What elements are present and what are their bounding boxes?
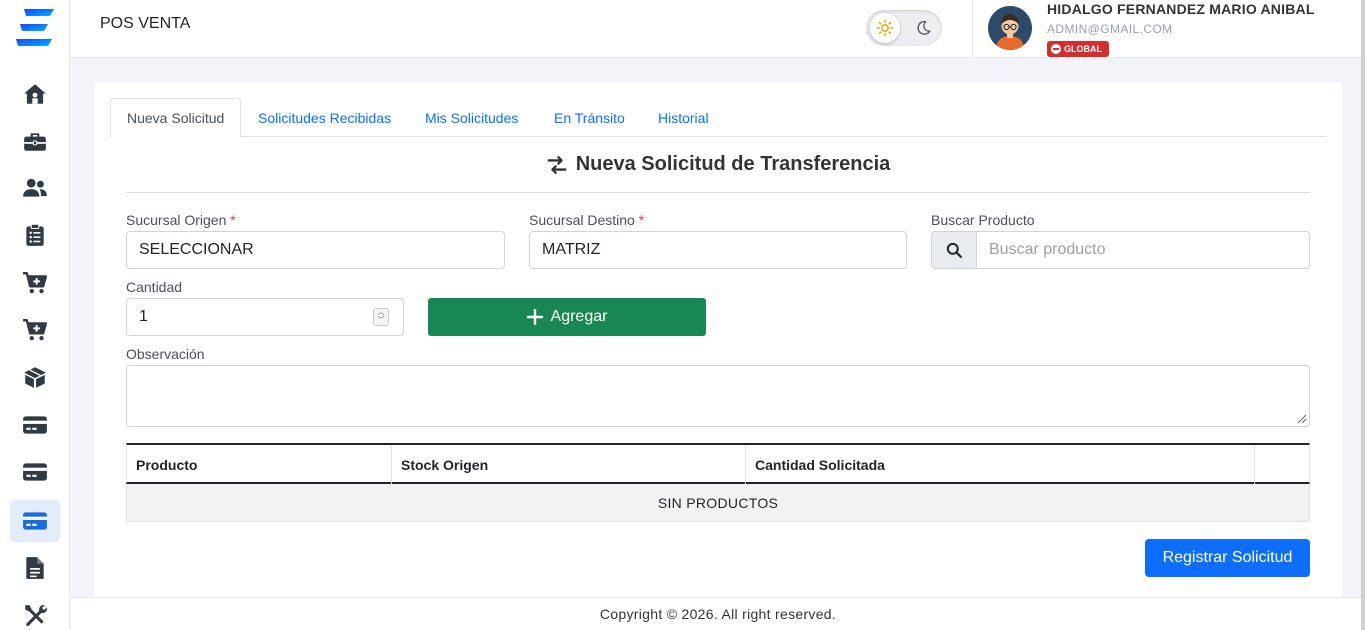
column-header-cantidad-solicitada: Cantidad Solicitada bbox=[746, 445, 1255, 484]
table-header: Producto Stock Origen Cantidad Solicitad… bbox=[126, 443, 1310, 484]
tabs: Nueva Solicitud Solicitudes Recibidas Mi… bbox=[110, 98, 1326, 138]
sucursal-destino-value: MATRIZ bbox=[542, 241, 601, 258]
tab-en-transito[interactable]: En Tránsito bbox=[538, 98, 641, 137]
buscar-label: Buscar Producto bbox=[931, 212, 1035, 228]
app-title: POS VENTA bbox=[100, 15, 191, 32]
role-badge-label: GLOBAL bbox=[1064, 44, 1102, 54]
sidebar-item-document[interactable] bbox=[10, 547, 60, 589]
user-avatar[interactable] bbox=[988, 6, 1032, 50]
top-header: POS VENTA HIDALGO FERNANDEZ MARIO ANIBAL… bbox=[71, 0, 1365, 58]
destino-label: Sucursal Destino * bbox=[529, 212, 645, 228]
observacion-textarea[interactable] bbox=[126, 365, 1310, 427]
cantidad-input[interactable]: 1 ︿ ﹀ bbox=[126, 298, 404, 336]
sidebar-item-users[interactable] bbox=[10, 167, 60, 209]
clipboard-list-icon bbox=[26, 223, 44, 246]
product-search-group: Buscar producto bbox=[931, 231, 1310, 269]
resize-handle-icon[interactable] bbox=[1295, 412, 1307, 424]
sucursal-destino-select[interactable]: MATRIZ bbox=[529, 231, 907, 269]
observacion-label: Observación bbox=[126, 346, 205, 362]
registrar-solicitud-button[interactable]: Registrar Solicitud bbox=[1145, 539, 1310, 577]
tab-solicitudes-recibidas[interactable]: Solicitudes Recibidas bbox=[242, 98, 407, 137]
credit-card-icon bbox=[23, 463, 47, 481]
sidebar-item-card-active[interactable] bbox=[10, 500, 60, 542]
sidebar-item-cart-add-2[interactable] bbox=[10, 309, 60, 351]
sidebar-item-card-2[interactable] bbox=[10, 451, 60, 493]
sidebar-item-card-1[interactable] bbox=[10, 404, 60, 446]
title-divider bbox=[126, 192, 1310, 193]
column-header-producto: Producto bbox=[127, 445, 392, 484]
column-header-stock-origen: Stock Origen bbox=[392, 445, 746, 484]
sidebar-item-briefcase[interactable] bbox=[10, 120, 60, 162]
sun-icon bbox=[876, 19, 894, 37]
dark-mode-button[interactable] bbox=[908, 13, 938, 43]
box-open-icon bbox=[24, 367, 46, 388]
app-logo[interactable] bbox=[14, 6, 56, 50]
cart-plus-icon bbox=[23, 272, 48, 294]
stepper-down-icon[interactable]: ﹀ bbox=[378, 317, 385, 325]
agregar-button[interactable]: Agregar bbox=[428, 298, 706, 336]
tab-mis-solicitudes[interactable]: Mis Solicitudes bbox=[409, 98, 534, 137]
sidebar-item-box[interactable] bbox=[10, 356, 60, 398]
stepper-up-icon[interactable]: ︿ bbox=[378, 309, 385, 317]
user-email: ADMIN@GMAIL.COM bbox=[1047, 22, 1173, 36]
sucursal-origen-value: SELECCIONAR bbox=[139, 241, 254, 258]
header-divider bbox=[972, 0, 973, 58]
tab-historial[interactable]: Historial bbox=[642, 98, 725, 137]
globe-icon bbox=[1051, 44, 1061, 54]
sidebar-item-home[interactable] bbox=[10, 73, 60, 115]
table-empty-row: SIN PRODUCTOS bbox=[126, 484, 1310, 522]
light-mode-button[interactable] bbox=[870, 13, 900, 43]
cantidad-stepper[interactable]: ︿ ﹀ bbox=[373, 308, 389, 326]
cantidad-value: 1 bbox=[139, 308, 148, 325]
products-table: Producto Stock Origen Cantidad Solicitad… bbox=[126, 443, 1310, 522]
cart-plus-icon bbox=[23, 319, 48, 341]
theme-toggle[interactable] bbox=[866, 10, 942, 46]
column-header-actions bbox=[1255, 445, 1309, 484]
footer: Copyright © 2026. All right reserved. bbox=[71, 597, 1365, 630]
sidebar-item-tools[interactable] bbox=[10, 594, 60, 630]
origen-label: Sucursal Origen * bbox=[126, 212, 236, 228]
moon-icon bbox=[917, 20, 931, 35]
credit-card-icon bbox=[23, 512, 47, 530]
role-badge: GLOBAL bbox=[1047, 41, 1109, 57]
cantidad-label: Cantidad bbox=[126, 279, 183, 295]
sidebar-item-cart-add[interactable] bbox=[10, 262, 60, 304]
exchange-icon bbox=[547, 155, 567, 174]
form-title-text: Nueva Solicitud de Transferencia bbox=[575, 153, 891, 175]
search-icon[interactable] bbox=[931, 231, 977, 269]
form-title: Nueva Solicitud de Transferencia bbox=[94, 153, 1342, 176]
file-text-icon bbox=[26, 557, 44, 579]
agregar-button-label: Agregar bbox=[550, 308, 608, 325]
credit-card-icon bbox=[23, 416, 47, 434]
user-name: HIDALGO FERNANDEZ MARIO ANIBAL bbox=[1047, 1, 1315, 17]
product-search-input[interactable]: Buscar producto bbox=[977, 231, 1310, 269]
sucursal-origen-select[interactable]: SELECCIONAR bbox=[126, 231, 505, 269]
users-icon bbox=[23, 178, 47, 197]
plus-icon bbox=[526, 309, 543, 325]
transfer-card: Nueva Solicitud Solicitudes Recibidas Mi… bbox=[94, 82, 1342, 602]
tab-nueva-solicitud[interactable]: Nueva Solicitud bbox=[110, 98, 242, 138]
sidebar-item-clipboard[interactable] bbox=[10, 214, 60, 256]
tools-icon bbox=[25, 605, 48, 626]
briefcase-icon bbox=[24, 133, 46, 151]
home-icon bbox=[24, 84, 46, 104]
sidebar bbox=[0, 0, 70, 630]
page-scrollbar[interactable] bbox=[1361, 0, 1365, 630]
